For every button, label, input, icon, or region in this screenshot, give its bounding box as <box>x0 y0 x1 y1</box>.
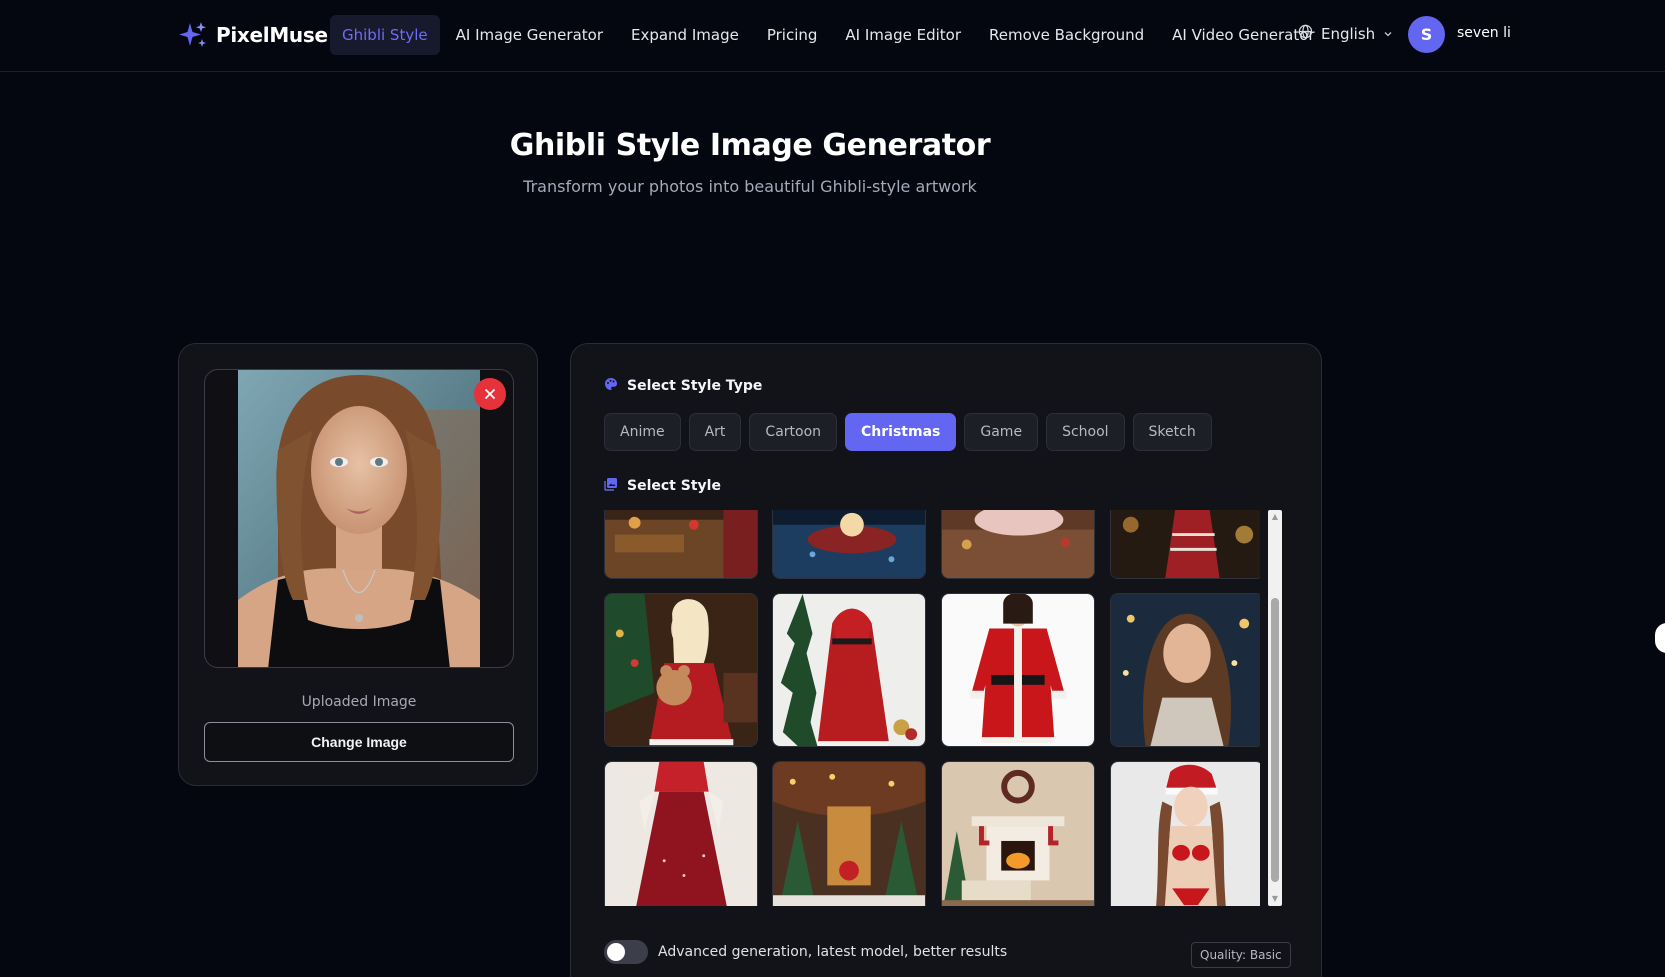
style-thumb-fireplace-stockings-room[interactable] <box>941 761 1095 906</box>
change-image-button[interactable]: Change Image <box>204 722 514 762</box>
scroll-down-icon[interactable]: ▼ <box>1271 895 1279 903</box>
language-label: English <box>1321 24 1376 43</box>
sparkles-icon <box>178 20 208 50</box>
uploaded-photo <box>238 370 480 667</box>
style-thumb-decorated-christmas-porch[interactable] <box>772 761 926 906</box>
style-thumb-santa-dress-teddy-bear[interactable] <box>604 593 758 747</box>
style-type-heading: Select Style Type <box>604 377 762 395</box>
uploaded-image-label: Uploaded Image <box>301 694 417 710</box>
chevron-down-icon <box>1383 25 1393 43</box>
tab-sketch[interactable]: Sketch <box>1132 413 1212 451</box>
scroll-up-icon[interactable]: ▲ <box>1271 513 1279 521</box>
nav-ghibli-style[interactable]: Ghibli Style <box>330 15 440 55</box>
select-style-heading: Select Style <box>604 477 721 495</box>
style-grid <box>604 510 1260 906</box>
upload-panel: Uploaded Image Change Image <box>178 343 538 786</box>
advanced-generation-toggle[interactable] <box>604 940 648 964</box>
globe-icon <box>1298 24 1313 43</box>
select-style-heading-text: Select Style <box>627 478 721 494</box>
user-name[interactable]: seven li <box>1457 25 1511 41</box>
style-grid-scrollbar[interactable]: ▲ ▼ <box>1268 510 1282 906</box>
nav-remove-background[interactable]: Remove Background <box>977 15 1156 55</box>
tab-anime[interactable]: Anime <box>604 413 681 451</box>
scrollbar-thumb[interactable] <box>1271 598 1279 882</box>
style-type-tabs: Anime Art Cartoon Christmas Game School … <box>604 413 1212 451</box>
page-title: Ghibli Style Image Generator <box>509 128 991 163</box>
language-selector[interactable]: English <box>1298 24 1393 43</box>
style-thumb-red-santa-coat-white[interactable] <box>941 593 1095 747</box>
style-panel: Select Style Type Anime Art Cartoon Chri… <box>570 343 1322 977</box>
advanced-generation-label: Advanced generation, latest model, bette… <box>658 944 1008 960</box>
tab-art[interactable]: Art <box>688 413 742 451</box>
style-thumb-christmas-living-room[interactable] <box>604 510 758 579</box>
nav-ai-image-editor[interactable]: AI Image Editor <box>833 15 973 55</box>
main-nav: Ghibli Style AI Image Generator Expand I… <box>330 15 1331 55</box>
uploaded-image-preview <box>204 369 514 668</box>
advanced-generation-option: Advanced generation, latest model, bette… <box>604 940 1007 964</box>
palette-icon <box>604 377 618 395</box>
style-thumb-red-santa-coat-tree[interactable] <box>772 593 926 747</box>
brand-logo[interactable]: PixelMuse <box>178 20 328 50</box>
user-avatar[interactable]: S <box>1408 16 1445 53</box>
style-thumb-red-velvet-dress[interactable] <box>604 761 758 906</box>
tab-school[interactable]: School <box>1046 413 1125 451</box>
style-thumb-candle-in-hands[interactable] <box>772 510 926 579</box>
style-type-heading-text: Select Style Type <box>627 378 763 394</box>
style-thumb-santa-hat-red-swimsuit[interactable] <box>1110 761 1260 906</box>
style-thumb-plaid-scarf-bokeh[interactable] <box>1110 510 1260 579</box>
brand-name: PixelMuse <box>216 23 328 47</box>
top-navbar: PixelMuse Ghibli Style AI Image Generato… <box>0 0 1665 72</box>
nav-expand-image[interactable]: Expand Image <box>619 15 751 55</box>
remove-image-button[interactable] <box>474 378 506 410</box>
style-thumb-smiling-girl-snow-bokeh[interactable] <box>1110 593 1260 747</box>
close-icon <box>485 389 495 399</box>
tab-game[interactable]: Game <box>964 413 1039 451</box>
tab-christmas[interactable]: Christmas <box>845 413 957 451</box>
nav-pricing[interactable]: Pricing <box>755 15 830 55</box>
style-thumb-christmas-cake-table[interactable] <box>941 510 1095 579</box>
nav-ai-image-generator[interactable]: AI Image Generator <box>444 15 615 55</box>
gallery-icon <box>604 477 618 495</box>
page-subtitle: Transform your photos into beautiful Ghi… <box>523 177 977 196</box>
floating-side-button[interactable] <box>1655 623 1665 653</box>
quality-badge: Quality: Basic <box>1191 942 1291 968</box>
toggle-knob <box>607 943 625 961</box>
tab-cartoon[interactable]: Cartoon <box>749 413 838 451</box>
